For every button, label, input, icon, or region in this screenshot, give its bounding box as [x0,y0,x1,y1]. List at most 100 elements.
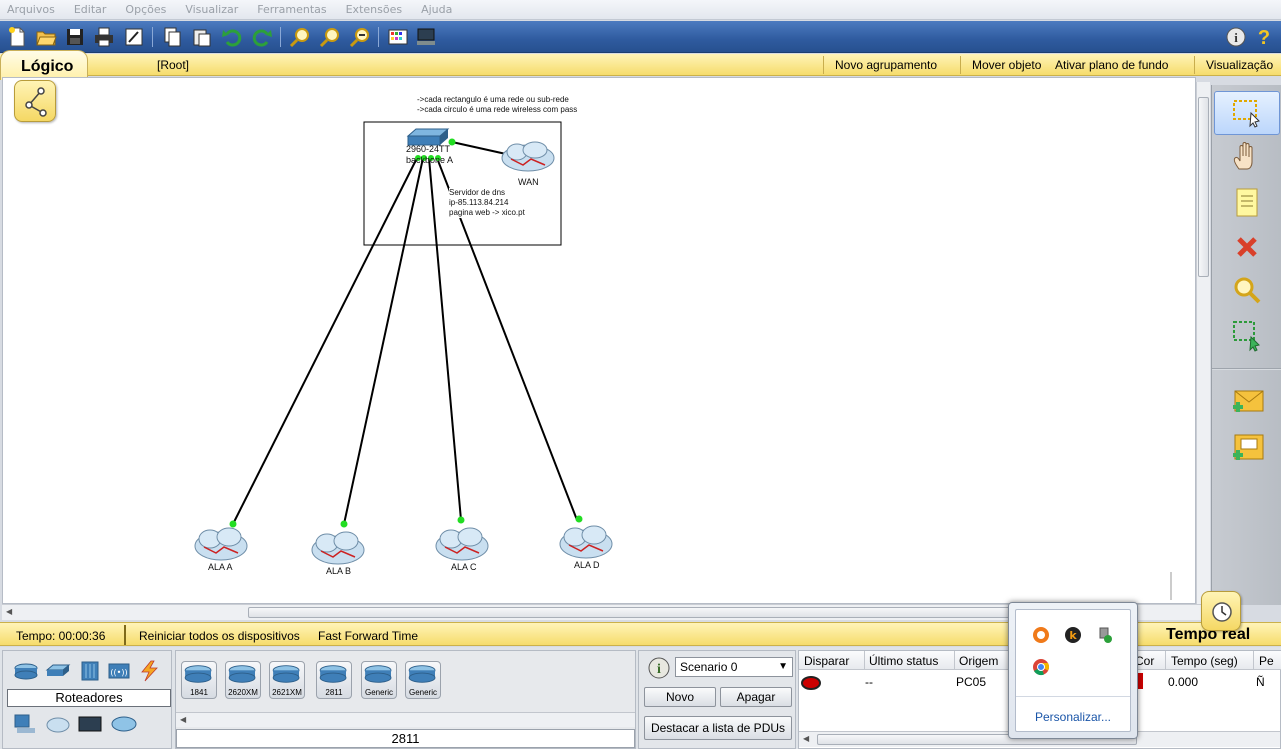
wan-cloud-icon[interactable] [501,141,555,172]
menu-ferramentas[interactable]: Ferramentas [257,3,326,16]
col-time[interactable]: Tempo (seg) [1171,654,1238,668]
copy-icon[interactable] [160,25,184,49]
redo-icon[interactable] [250,25,274,49]
help-icon[interactable]: ? [1252,25,1276,49]
wireless-category-icon[interactable]: ((•)) [106,660,132,682]
fire-pdu-icon[interactable] [801,676,821,690]
inspect-magnifier-icon[interactable] [1214,269,1280,313]
delete-scenario-button[interactable]: Apagar [720,687,792,707]
set-background-button[interactable]: Ativar plano de fundo [1055,58,1168,72]
safely-remove-hardware-icon[interactable] [1096,626,1114,644]
custom-made-device-category-icon[interactable] [77,713,103,735]
cloud-ala-a-icon[interactable] [194,527,248,561]
router-category-icon[interactable] [13,660,39,682]
new-cluster-button[interactable]: Novo agrupamento [835,58,937,72]
menu-editar[interactable]: Editar [74,3,107,16]
palette-icon[interactable] [386,25,410,49]
model-generic-2[interactable]: Generic [405,661,441,699]
place-note-icon[interactable] [1214,181,1280,225]
scenario-selected: Scenario 0 [680,660,738,674]
device-category-panel: ((•)) Roteadores [2,650,172,749]
add-complex-pdu-icon[interactable] [1214,425,1280,469]
menu-visualizar[interactable]: Visualizar [185,3,238,16]
col-periodic[interactable]: Pe [1259,654,1274,668]
info-icon[interactable]: i [1224,25,1248,49]
col-source[interactable]: Origem [959,654,998,668]
tray-icons-area: k Personalizar... [1015,609,1131,732]
move-object-button[interactable]: Mover objeto [972,58,1041,72]
canvas-note[interactable]: ->cada rectangulo é uma rede ou sub-rede… [417,95,577,115]
add-simple-pdu-icon[interactable] [1214,379,1280,423]
zoom-out-icon[interactable] [348,25,372,49]
menu-extensoes[interactable]: Extensões [346,3,402,16]
save-icon[interactable] [63,25,87,49]
root-breadcrumb[interactable]: [Root] [157,58,189,72]
model-scrollbar[interactable]: ◀ [176,712,635,727]
open-folder-icon[interactable] [34,25,58,49]
chrome-icon[interactable] [1032,658,1050,676]
logical-canvas[interactable]: ->cada rectangulo é uma rede ou sub-rede… [2,77,1196,604]
toggle-pdu-list-button[interactable]: Destacar a lista de PDUs [644,716,792,740]
end-device-category-icon[interactable] [13,713,39,735]
switch-2960-icon[interactable] [406,128,450,146]
menu-opcoes[interactable]: Opções [125,3,166,16]
svg-text:k: k [1069,629,1077,642]
zoom-in-icon[interactable] [288,25,312,49]
connections-category-icon[interactable] [136,660,162,682]
canvas-vertical-scrollbar[interactable] [1196,82,1210,604]
viewport-button[interactable]: Visualização [1206,58,1273,72]
svg-text:?: ? [1258,27,1270,48]
scroll-left-arrow-icon[interactable]: ◀ [6,607,12,616]
model-generic-1[interactable]: Generic [361,661,397,699]
menu-ajuda[interactable]: Ajuda [421,3,452,16]
tab-logical-label: Lógico [21,58,74,75]
customize-link[interactable]: Personalizar... [1016,710,1130,724]
move-layout-hand-icon[interactable] [1214,135,1280,179]
logical-view-icon[interactable] [14,80,56,122]
col-fire[interactable]: Disparar [804,654,849,668]
paste-icon[interactable] [190,25,214,49]
model-2621xm[interactable]: 2621XM [269,661,305,699]
select-tool-icon[interactable] [1214,91,1280,135]
avast-icon[interactable] [1032,626,1050,644]
resize-shape-icon[interactable] [1214,313,1280,357]
power-cycle-button[interactable]: Reiniciar todos os dispositivos [139,629,300,643]
print-icon[interactable] [92,25,116,49]
model-2811[interactable]: 2811 [316,661,352,699]
horizontal-scroll-thumb[interactable] [248,607,1110,618]
scroll-left-arrow-icon[interactable]: ◀ [803,734,809,743]
scenario-info-icon[interactable]: i [647,656,671,680]
cloud-ala-b-icon[interactable] [311,531,365,565]
scroll-left-arrow-icon[interactable]: ◀ [180,715,186,724]
model-2620xm[interactable]: 2620XM [225,661,261,699]
col-last-status[interactable]: Último status [869,654,938,668]
custom-device-icon[interactable] [414,25,438,49]
model-label: 2620XM [228,688,258,697]
model-1841[interactable]: 1841 [181,661,217,699]
undo-icon[interactable] [220,25,244,49]
tab-logical[interactable]: Lógico [0,50,88,80]
svg-text:i: i [657,662,661,677]
zoom-reset-icon[interactable] [318,25,342,49]
new-scenario-button[interactable]: Novo [644,687,716,707]
realtime-clock-icon[interactable] [1201,591,1241,631]
multiuser-category-icon[interactable] [111,713,137,735]
new-file-icon[interactable] [5,25,29,49]
fast-forward-button[interactable]: Fast Forward Time [318,629,418,643]
menu-arquivos[interactable]: Arquivos [7,3,55,16]
cloud-ala-d-icon[interactable] [559,525,613,559]
k-app-icon[interactable]: k [1064,626,1082,644]
delete-tool-icon[interactable] [1214,225,1280,269]
cloud-ala-c-icon[interactable] [435,527,489,561]
cloud-ala-a-label: ALA A [208,562,233,572]
right-tool-panel [1211,85,1281,605]
switch-category-icon[interactable] [45,660,71,682]
hub-category-icon[interactable] [77,660,103,682]
device-category-label: Roteadores [7,689,171,707]
vertical-scroll-thumb[interactable] [1198,97,1209,277]
topology-drawing [194,121,1172,600]
wan-emulation-category-icon[interactable] [45,713,71,735]
activity-wizard-icon[interactable] [122,25,146,49]
server-note[interactable]: Servidor de dns ip-85.113.84.214 pagina … [449,188,525,218]
scenario-select[interactable]: Scenario 0 ▼ [675,657,793,677]
